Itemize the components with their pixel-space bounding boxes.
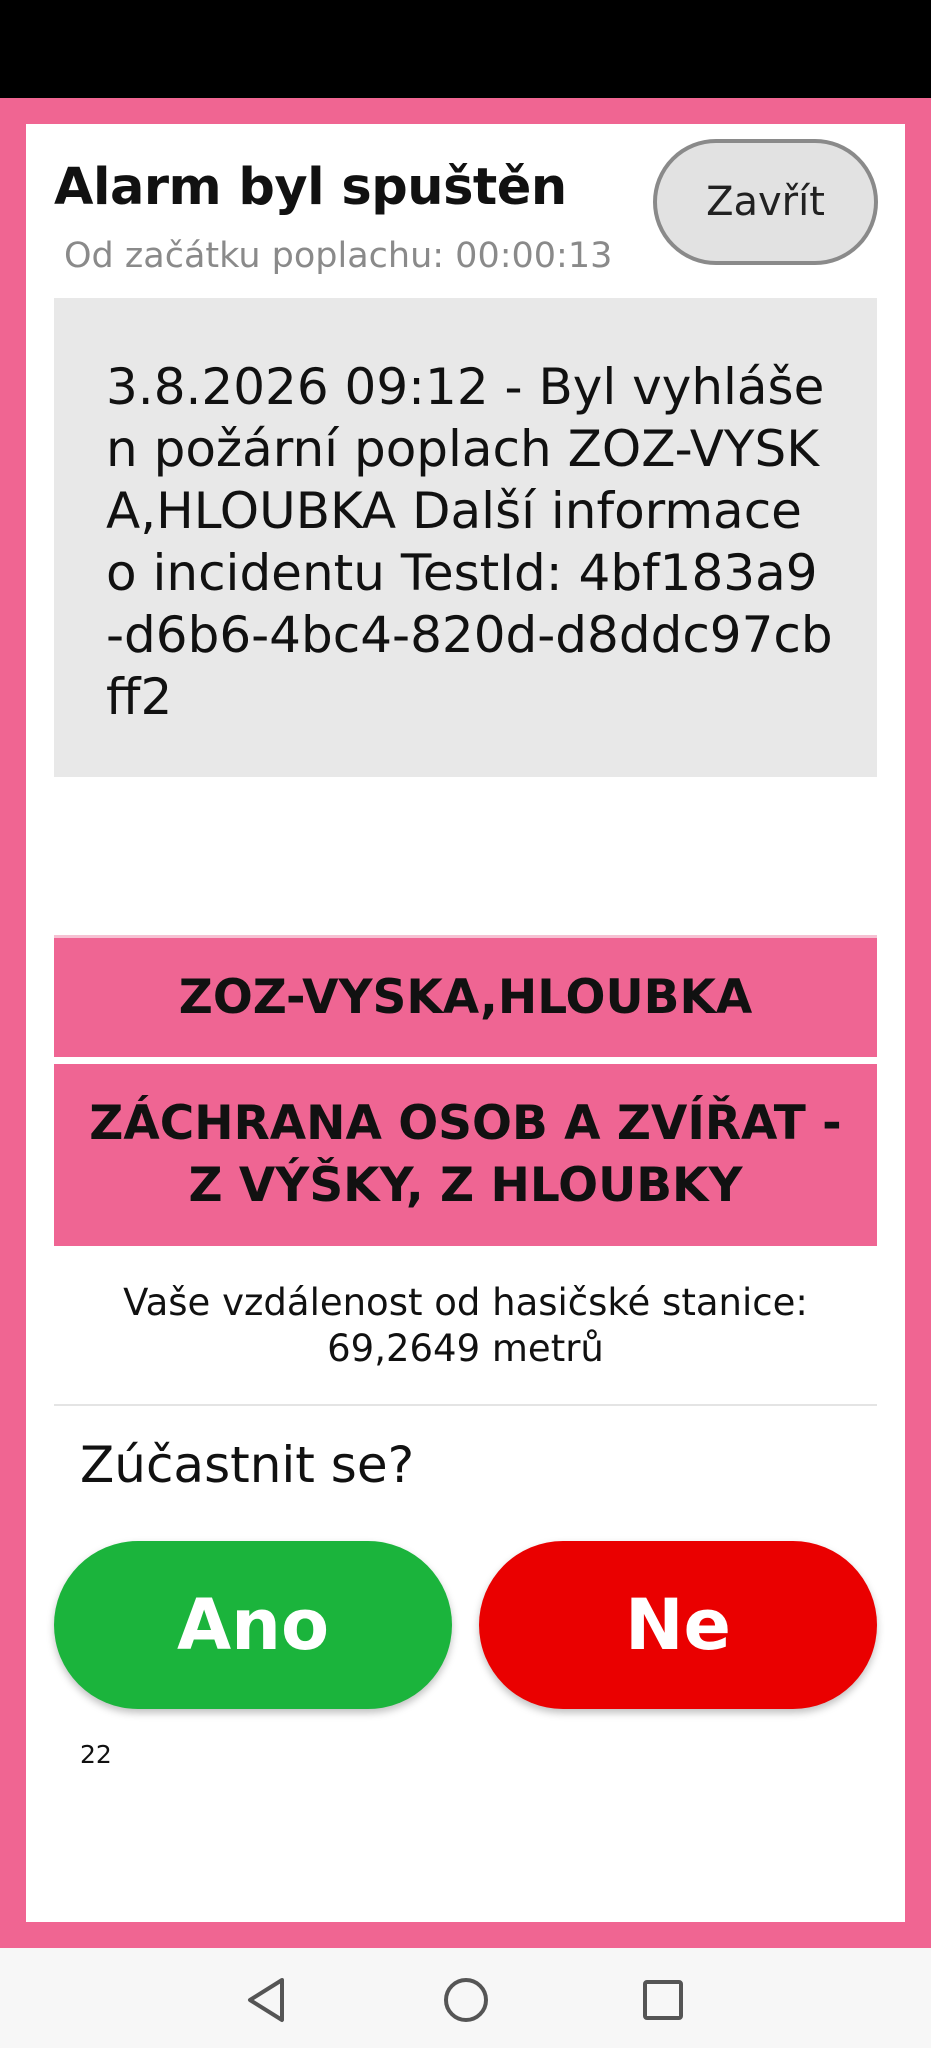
no-button[interactable]: Ne — [479, 1541, 877, 1709]
yes-button[interactable]: Ano — [54, 1541, 452, 1709]
distance-value: 69,2649 metrů — [327, 1327, 604, 1370]
home-icon[interactable] — [436, 1970, 496, 2030]
status-bar — [0, 0, 931, 98]
station-distance: Vaše vzdálenost od hasičské stanice: 69,… — [54, 1280, 877, 1372]
divider — [54, 1404, 877, 1406]
back-icon[interactable] — [236, 1970, 296, 2030]
counter-label: 22 — [80, 1740, 112, 1769]
incident-code: ZOZ-VYSKA,HLOUBKA — [54, 935, 877, 1057]
elapsed-time: Od začátku poplachu: 00:00:13 — [64, 236, 613, 276]
participation-question: Zúčastnit se? — [80, 1436, 415, 1494]
alarm-message: 3.8.2026 09:12 - Byl vyhlášen požární po… — [54, 298, 877, 777]
recents-icon[interactable] — [633, 1970, 693, 2030]
close-button[interactable]: Zavřít — [653, 139, 878, 265]
distance-label: Vaše vzdálenost od hasičské stanice: — [123, 1281, 808, 1324]
incident-type: ZÁCHRANA OSOB A ZVÍŘAT - Z VÝŠKY, Z HLOU… — [54, 1064, 877, 1246]
page-title: Alarm byl spuštěn — [54, 158, 567, 217]
